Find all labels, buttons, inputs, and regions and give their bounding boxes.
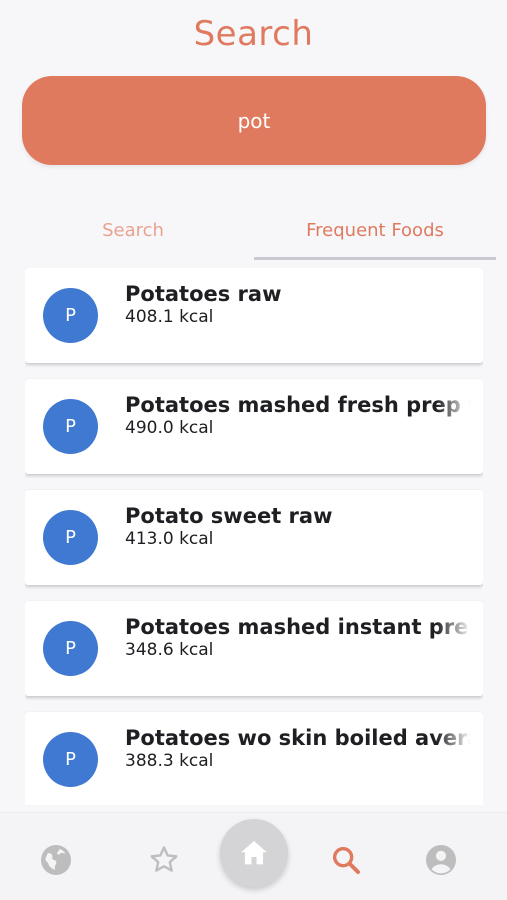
- search-screen: Search pot Search Frequent Foods P Potat…: [0, 0, 507, 900]
- search-input[interactable]: pot: [22, 76, 486, 165]
- bottom-nav: [0, 812, 507, 900]
- food-kcal: 413.0 kcal: [125, 529, 214, 549]
- account-icon[interactable]: [422, 841, 460, 879]
- page-title: Search: [193, 14, 314, 54]
- home-button[interactable]: [220, 819, 288, 887]
- avatar: P: [43, 510, 98, 565]
- food-card[interactable]: P Potatoes mashed instant prep 348.6 kca…: [25, 601, 483, 696]
- food-card[interactable]: P Potatoes raw 408.1 kcal: [25, 268, 483, 363]
- tab-bar: Search Frequent Foods: [12, 200, 496, 260]
- food-card[interactable]: P Potatoes mashed fresh prep w 490.0 kca…: [25, 379, 483, 474]
- food-kcal: 388.3 kcal: [125, 751, 214, 771]
- food-kcal: 490.0 kcal: [125, 418, 214, 438]
- food-kcal: 348.6 kcal: [125, 640, 214, 660]
- avatar: P: [43, 732, 98, 787]
- avatar: P: [43, 621, 98, 676]
- avatar: P: [43, 288, 98, 343]
- food-name: Potatoes wo skin boiled averag: [125, 726, 471, 750]
- food-kcal: 408.1 kcal: [125, 307, 214, 327]
- search-icon[interactable]: [327, 841, 365, 879]
- tab-search[interactable]: Search: [12, 200, 254, 260]
- food-name: Potatoes mashed instant prep: [125, 615, 471, 639]
- food-card[interactable]: P Potato sweet raw 413.0 kcal: [25, 490, 483, 585]
- tab-frequent-foods[interactable]: Frequent Foods: [254, 200, 496, 260]
- star-icon[interactable]: [145, 841, 183, 879]
- search-input-value[interactable]: pot: [238, 109, 271, 133]
- food-name: Potato sweet raw: [125, 504, 333, 528]
- globe-icon[interactable]: [37, 841, 75, 879]
- food-name: Potatoes raw: [125, 282, 282, 306]
- avatar: P: [43, 399, 98, 454]
- food-list[interactable]: P Potatoes raw 408.1 kcal P Potatoes mas…: [25, 268, 483, 805]
- food-card[interactable]: P Potatoes wo skin boiled averag 388.3 k…: [25, 712, 483, 805]
- food-name: Potatoes mashed fresh prep w: [125, 393, 471, 417]
- home-icon: [237, 836, 271, 870]
